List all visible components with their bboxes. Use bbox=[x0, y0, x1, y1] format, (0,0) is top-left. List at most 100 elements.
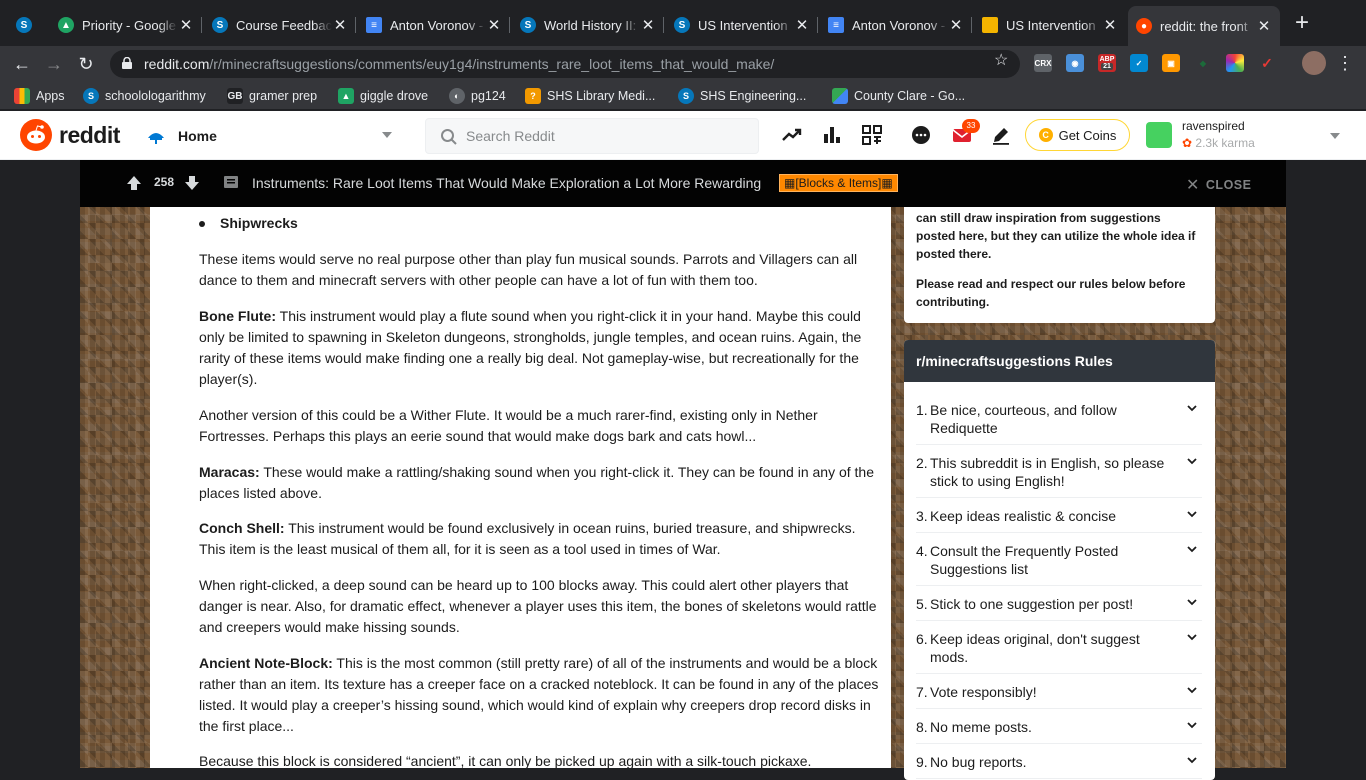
overlay-margin-right bbox=[1286, 160, 1366, 768]
rule-item[interactable]: 3. Keep ideas realistic & concise bbox=[916, 507, 1202, 533]
rule-item[interactable]: 5. Stick to one suggestion per post! bbox=[916, 595, 1202, 621]
schoology-icon: S bbox=[674, 17, 690, 33]
bookmark-item[interactable]: S schoolologarithmy bbox=[83, 86, 206, 106]
schoology-icon: S bbox=[212, 17, 228, 33]
bookmark-item[interactable]: S SHS Engineering... bbox=[678, 86, 806, 106]
abp-extension-icon[interactable]: ABP 21 bbox=[1098, 54, 1116, 72]
close-tab-icon[interactable]: ✕ bbox=[794, 16, 810, 34]
chevron-down-icon bbox=[1187, 687, 1197, 694]
close-icon: ✕ bbox=[1186, 177, 1200, 194]
post-text-icon bbox=[224, 176, 238, 188]
browser-tab[interactable]: US Intervention ✕ bbox=[974, 8, 1126, 42]
user-dropdown[interactable]: ravenspired ✿ 2.3k karma bbox=[1146, 119, 1356, 153]
close-tab-icon[interactable]: ✕ bbox=[178, 16, 194, 34]
upvote-arrow-icon[interactable] bbox=[126, 175, 142, 191]
color-picker-extension-icon[interactable] bbox=[1226, 54, 1244, 72]
post-paragraph: These items would serve no real purpose … bbox=[199, 251, 858, 288]
apps-grid-icon bbox=[14, 88, 30, 104]
close-tab-icon[interactable]: ✕ bbox=[486, 16, 502, 34]
bookmark-item[interactable]: ◐ pg124 bbox=[449, 86, 506, 106]
reddit-icon: ● bbox=[1136, 18, 1152, 34]
overlay-margin-left bbox=[0, 160, 80, 768]
reddit-live-icon[interactable] bbox=[861, 124, 883, 146]
browser-tab-active[interactable]: ● reddit: the front ✕ bbox=[1128, 6, 1280, 46]
rule-item[interactable]: 2. This subreddit is in English, so pleas… bbox=[916, 454, 1202, 498]
tab-pinned-schoology[interactable]: S bbox=[8, 8, 44, 42]
close-tab-icon[interactable]: ✕ bbox=[1102, 16, 1118, 34]
crx-extension-icon[interactable]: CRX bbox=[1034, 54, 1052, 72]
reddit-wordmark[interactable]: reddit bbox=[59, 122, 120, 149]
home-dropdown[interactable]: Home bbox=[146, 119, 398, 153]
home-icon bbox=[148, 133, 164, 144]
downvote-arrow-icon[interactable] bbox=[184, 175, 200, 191]
post-paragraph: Maracas: These would make a rattling/sha… bbox=[199, 464, 874, 501]
gb-icon: GB bbox=[227, 88, 243, 104]
close-tab-icon[interactable]: ✕ bbox=[948, 16, 964, 34]
get-coins-button[interactable]: C Get Coins bbox=[1025, 119, 1130, 151]
bookmark-item[interactable]: County Clare - Go... bbox=[832, 86, 965, 106]
rule-item[interactable]: 9. No bug reports. bbox=[916, 753, 1202, 779]
rule-item[interactable]: 4. Consult the Frequently Posted Suggesti… bbox=[916, 542, 1202, 586]
profile-avatar[interactable] bbox=[1302, 51, 1326, 75]
browser-tab[interactable]: ≡ Anton Voronov - ✕ bbox=[358, 8, 510, 42]
red-swoosh-extension-icon[interactable]: ✓ bbox=[1258, 54, 1276, 72]
chevron-down-icon bbox=[1187, 458, 1197, 465]
bookmark-apps[interactable]: Apps bbox=[14, 86, 65, 106]
snoo-icon bbox=[27, 125, 45, 144]
new-tab-button[interactable]: + bbox=[1290, 11, 1314, 36]
browser-tab[interactable]: ▲ Priority - Google ✕ bbox=[50, 8, 202, 42]
owl-extension-icon[interactable]: ◉ bbox=[1066, 54, 1084, 72]
bookmark-star-icon[interactable]: ☆ bbox=[994, 50, 1008, 70]
drive-icon: ▲ bbox=[58, 17, 74, 33]
chevron-down-icon bbox=[1187, 722, 1197, 729]
post-paragraph: Because this block is considered “ancien… bbox=[199, 753, 812, 768]
post-paragraph: When right-clicked, a deep sound can be … bbox=[199, 577, 877, 635]
rule-item[interactable]: 1. Be nice, courteous, and follow Redique… bbox=[916, 401, 1202, 445]
checkmark-extension-icon[interactable]: ✓ bbox=[1130, 54, 1148, 72]
rule-item[interactable]: 6. Keep ideas original, don't suggest mod… bbox=[916, 630, 1202, 674]
post-flair-badge[interactable]: ▦ [Blocks & Items] ▦ bbox=[779, 174, 898, 192]
chevron-down-icon bbox=[1187, 511, 1197, 518]
bookmark-item[interactable]: ▲ giggle drove bbox=[338, 86, 428, 106]
reddit-logo-icon[interactable] bbox=[20, 119, 52, 151]
leaf-extension-icon[interactable]: ◆ bbox=[1194, 54, 1212, 72]
browser-tab-strip: S ▲ Priority - Google ✕ S Course Feedbac… bbox=[0, 0, 1366, 46]
browser-tab[interactable]: ≡ Anton Voronov - ✕ bbox=[820, 8, 972, 42]
browser-tab[interactable]: S Course Feedback ✕ bbox=[204, 8, 356, 42]
drive-icon: ▲ bbox=[338, 88, 354, 104]
chevron-down-icon bbox=[1187, 405, 1197, 412]
close-tab-icon[interactable]: ✕ bbox=[1256, 17, 1272, 35]
rule-item[interactable]: 7. Vote responsibly! bbox=[916, 683, 1202, 709]
forward-icon[interactable]: → bbox=[42, 52, 66, 76]
all-stats-icon[interactable] bbox=[821, 124, 843, 146]
close-tab-icon[interactable]: ✕ bbox=[640, 16, 656, 34]
rule-item[interactable]: 8. No meme posts. bbox=[916, 718, 1202, 744]
robot-extension-icon[interactable]: ▣ bbox=[1162, 54, 1180, 72]
post-overlay-bar: 258 Instruments: Rare Loot Items That Wo… bbox=[80, 160, 1286, 207]
schoology-icon: S bbox=[83, 88, 99, 104]
rules-card: r/minecraftsuggestions Rules 1. Be nice, … bbox=[904, 340, 1215, 780]
notification-count-badge: 33 bbox=[962, 119, 980, 133]
bookmark-item[interactable]: ? SHS Library Medi... bbox=[525, 86, 655, 106]
browser-tab[interactable]: S World History II: ✕ bbox=[512, 8, 664, 42]
karma-icon: ✿ bbox=[1182, 136, 1193, 150]
close-tab-icon[interactable]: ✕ bbox=[332, 16, 348, 34]
reload-icon[interactable]: ↻ bbox=[74, 52, 98, 76]
back-icon[interactable]: ← bbox=[10, 52, 34, 76]
chat-icon[interactable] bbox=[910, 124, 932, 146]
menu-dots-icon[interactable]: ⋮ bbox=[1336, 52, 1354, 74]
lock-icon bbox=[122, 57, 132, 69]
post-paragraph: Bone Flute: This instrument would play a… bbox=[199, 308, 862, 387]
search-input[interactable]: Search Reddit bbox=[425, 118, 759, 154]
browser-tab[interactable]: S US Intervention ✕ bbox=[666, 8, 818, 42]
popular-trending-icon[interactable] bbox=[781, 124, 803, 146]
create-post-pencil-icon[interactable] bbox=[990, 124, 1012, 146]
chevron-down-icon bbox=[1187, 634, 1197, 641]
close-post-button[interactable]: ✕ CLOSE bbox=[1186, 175, 1251, 195]
bookmark-item[interactable]: GB gramer prep bbox=[227, 86, 317, 106]
schoology-icon: S bbox=[16, 17, 32, 33]
address-bar[interactable]: reddit.com/r/minecraftsuggestions/commen… bbox=[110, 50, 1020, 78]
user-avatar bbox=[1146, 122, 1172, 148]
chevron-down-icon bbox=[1330, 133, 1340, 139]
post-title: Instruments: Rare Loot Items That Would … bbox=[252, 175, 762, 191]
